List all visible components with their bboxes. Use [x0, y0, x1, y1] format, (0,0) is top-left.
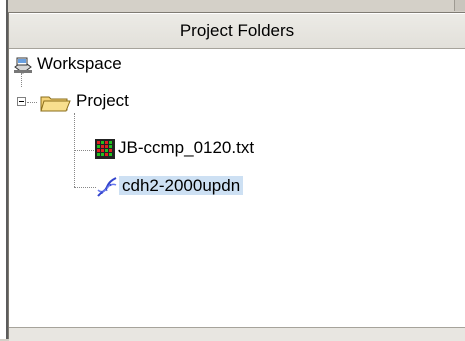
workspace-label: Workspace: [37, 54, 122, 73]
tree-node-gene-list[interactable]: cdh2-2000updn: [95, 175, 244, 198]
tree-node-workspace[interactable]: Workspace: [12, 53, 125, 75]
file-label: JB-ccmp_0120.txt: [118, 138, 255, 157]
open-folder-icon: [39, 92, 73, 112]
workspace-icon: [12, 55, 34, 75]
tree-connector: [74, 187, 96, 188]
collapse-toggle[interactable]: [17, 97, 26, 106]
panel-header[interactable]: Project Folders: [9, 13, 465, 49]
tree-node-project[interactable]: Project: [17, 90, 132, 112]
top-strip: [8, 0, 465, 12]
tree-connector: [21, 73, 22, 87]
dna-helix-icon: [95, 176, 119, 198]
left-window-edge: [0, 0, 8, 339]
tree-node-file[interactable]: JB-ccmp_0120.txt: [95, 137, 257, 159]
heatmap-data-icon: [95, 138, 115, 159]
project-label: Project: [76, 91, 129, 110]
project-tree: Workspace Project JB-ccmp_0120.txt cdh2-…: [9, 49, 465, 309]
tree-connector: [74, 150, 96, 151]
gene-list-label: cdh2-2000updn: [119, 176, 244, 195]
scrollbar-nub[interactable]: [454, 0, 465, 11]
project-folders-panel: Project Folders Workspace Project JB-ccm…: [8, 12, 465, 341]
